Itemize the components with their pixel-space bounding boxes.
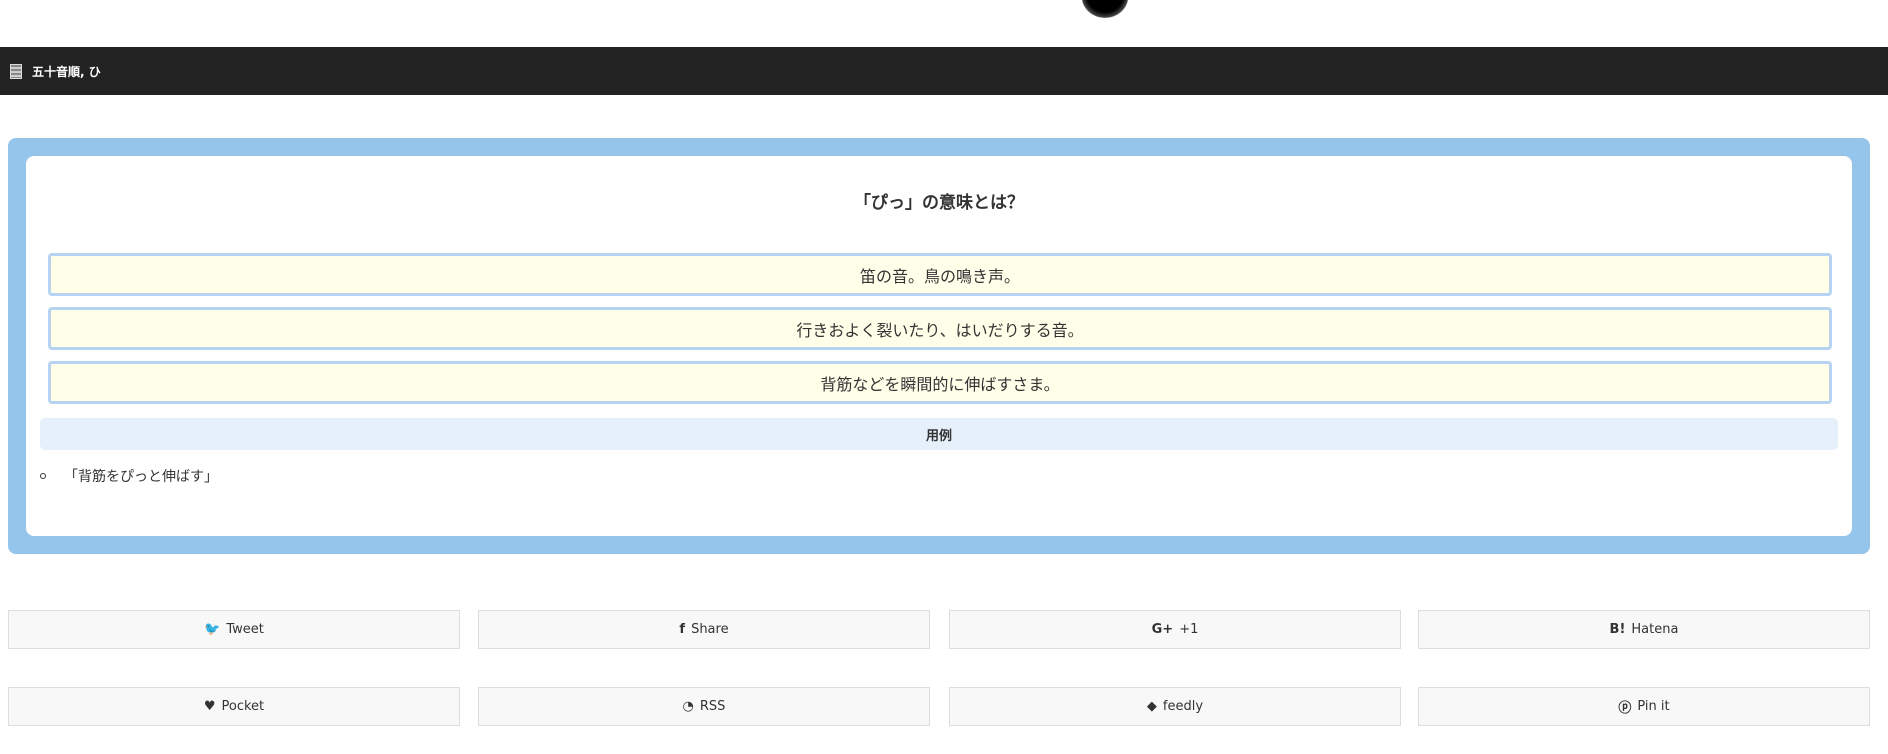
pocket-share-button[interactable]: ♥ Pocket	[8, 687, 460, 726]
quiz-option[interactable]: 背筋などを瞬間的に伸ばすさま。	[48, 361, 1832, 404]
share-label: Hatena	[1631, 622, 1679, 637]
rss-share-button[interactable]: ◔ RSS	[478, 687, 930, 726]
bullet-icon	[40, 473, 46, 479]
share-label: +1	[1179, 622, 1199, 637]
share-label: feedly	[1162, 699, 1204, 714]
quiz-option[interactable]: 行きおよく裂いたり、はいだりする音。	[48, 307, 1832, 350]
quiz-option[interactable]: 笛の音。鳥の鳴き声。	[48, 253, 1832, 296]
document-icon	[10, 63, 22, 79]
quiz-title: 「ぴっ」の意味とは？	[854, 193, 1024, 213]
hatena-icon: B!	[1609, 622, 1626, 637]
facebook-icon: f	[679, 622, 686, 637]
share-share-button[interactable]: f Share	[478, 610, 930, 649]
example-item: 「背筋をぴっと伸ばす」	[40, 466, 218, 486]
google-plus-icon: G+	[1151, 622, 1174, 637]
share-label: Pin it	[1637, 699, 1670, 714]
examples-heading: 用例	[40, 418, 1838, 450]
twitter-icon: 🐦	[204, 622, 221, 637]
hatena-share-button[interactable]: B! Hatena	[1418, 610, 1870, 649]
quiz-card: 「ぴっ」の意味とは？ 笛の音。鳥の鳴き声。 行きおよく裂いたり、はいだりする音。…	[26, 156, 1852, 536]
share-label: Pocket	[221, 699, 265, 714]
feedly-icon: ◆	[1146, 699, 1157, 714]
1-share-button[interactable]: G+ +1	[949, 610, 1401, 649]
breadcrumb-bar: 五十音順, ひ	[0, 47, 1888, 95]
example-text: 「背筋をぴっと伸ばす」	[64, 469, 218, 485]
rss-icon: ◔	[682, 699, 694, 714]
pinterest-icon: ⓟ	[1618, 701, 1632, 716]
tweet-share-button[interactable]: 🐦 Tweet	[8, 610, 460, 649]
site-logo[interactable]	[1082, 0, 1128, 18]
feedly-share-button[interactable]: ◆ feedly	[949, 687, 1401, 726]
quiz-frame: 「ぴっ」の意味とは？ 笛の音。鳥の鳴き声。 行きおよく裂いたり、はいだりする音。…	[8, 138, 1870, 554]
share-label: Tweet	[226, 622, 264, 637]
breadcrumb[interactable]: 五十音順, ひ	[32, 63, 101, 80]
pocket-icon: ♥	[203, 699, 216, 714]
share-label: RSS	[699, 699, 726, 714]
share-label: Share	[691, 622, 729, 637]
pin-it-share-button[interactable]: ⓟ Pin it	[1418, 687, 1870, 726]
